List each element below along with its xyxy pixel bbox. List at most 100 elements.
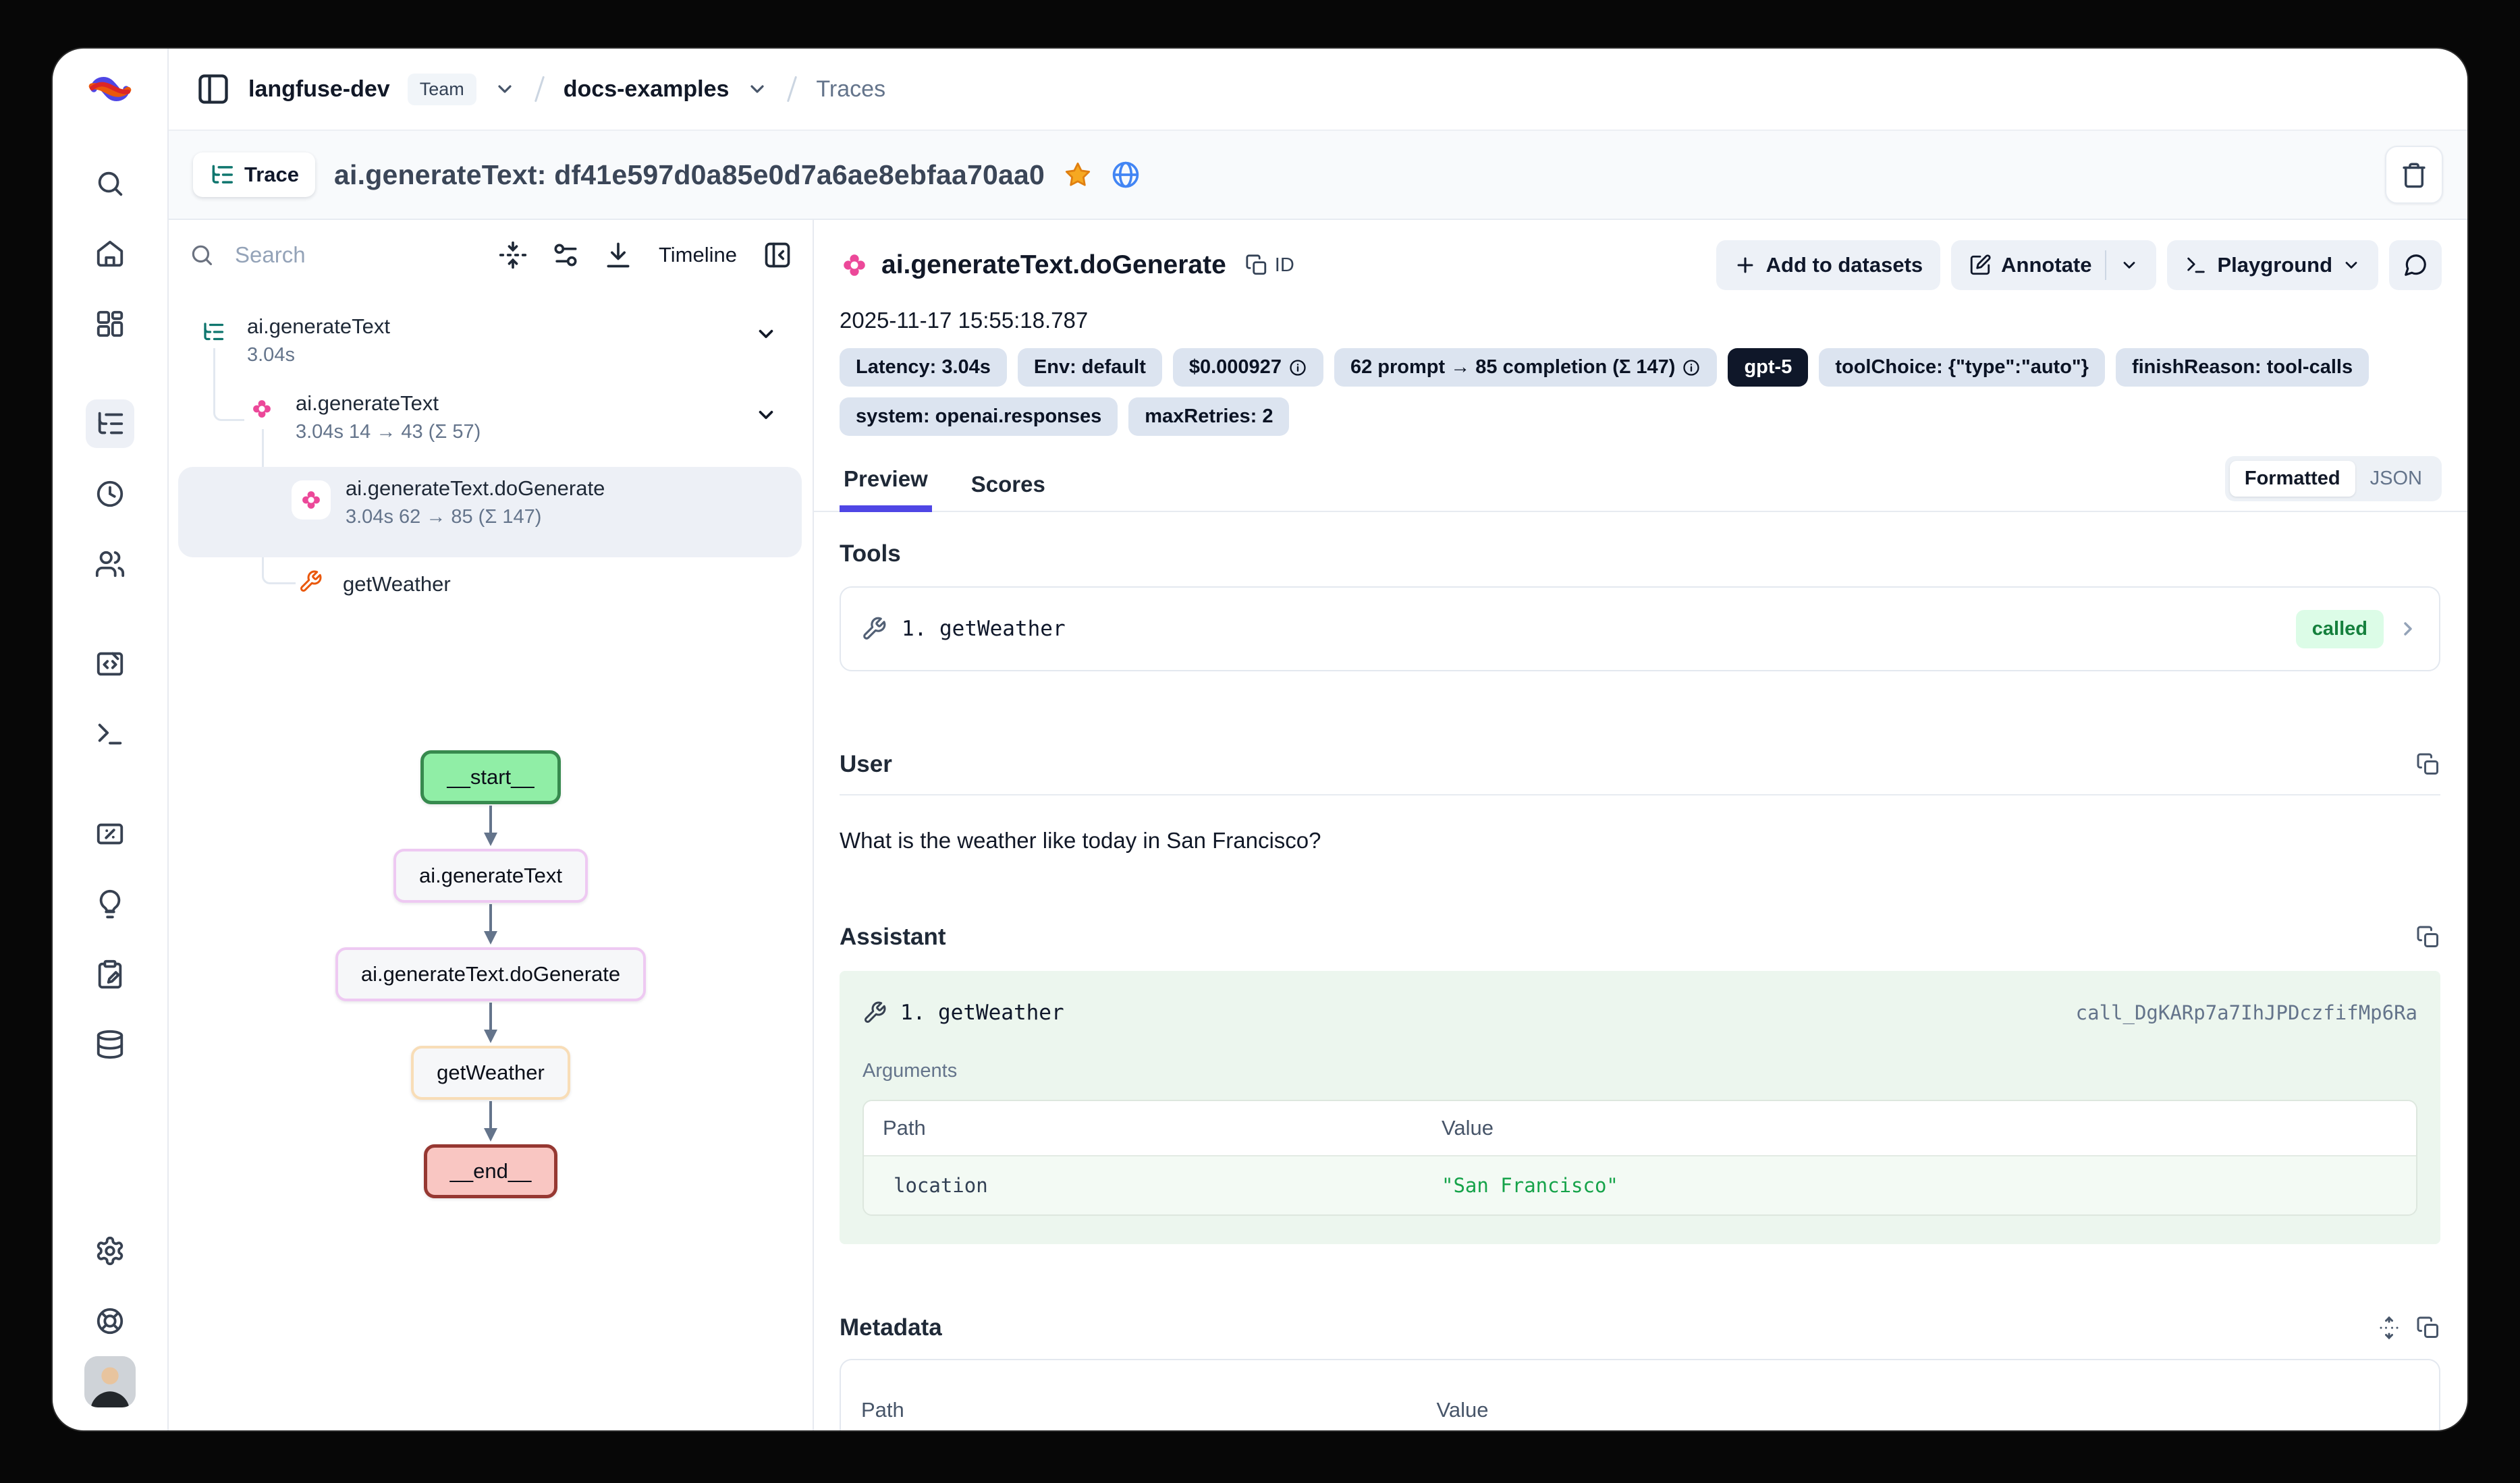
user-section-header: User xyxy=(840,751,2440,778)
add-to-datasets-label: Add to datasets xyxy=(1766,253,1923,277)
tool-call-panel: 1. getWeather call_DgKARp7a7IhJPDczfifMp… xyxy=(840,971,2440,1244)
tree-row-getweather[interactable]: getWeather xyxy=(169,557,813,618)
globe-icon[interactable] xyxy=(1111,160,1141,190)
project-name[interactable]: docs-examples xyxy=(564,76,730,103)
nav-datasets[interactable] xyxy=(86,1020,134,1069)
nav-prompts[interactable] xyxy=(86,640,134,688)
nav-support[interactable] xyxy=(86,1297,134,1345)
trace-tree-icon xyxy=(209,162,235,188)
org-name[interactable]: langfuse-dev xyxy=(248,76,390,103)
tokens-badge[interactable]: 62 prompt → 85 completion (Σ 147) xyxy=(1334,348,1718,387)
tree-search-input[interactable] xyxy=(235,242,404,268)
playground-button[interactable]: Playground xyxy=(2167,240,2378,290)
copy-icon[interactable] xyxy=(2416,925,2440,949)
tree-row-generation[interactable]: ai.generateText 3.04s 14 → 43 (Σ 57) xyxy=(169,386,813,467)
chevron-right-icon[interactable] xyxy=(2397,618,2419,640)
breadcrumb-page[interactable]: Traces xyxy=(816,76,885,103)
graph-node-generatetext[interactable]: ai.generateText xyxy=(393,849,588,903)
tree-toolbar: Timeline xyxy=(169,220,813,290)
org-plan-badge: Team xyxy=(408,74,476,105)
delete-trace-button[interactable] xyxy=(2385,146,2443,204)
nav-search[interactable] xyxy=(86,159,134,208)
model-badge[interactable]: gpt-5 xyxy=(1728,348,1808,387)
nav-home[interactable] xyxy=(86,229,134,278)
observation-body: Tools 1. getWeather called User xyxy=(814,512,2467,1430)
lightbulb-icon xyxy=(94,889,126,920)
expand-vertical-icon[interactable] xyxy=(2377,1316,2401,1340)
argument-path: location xyxy=(864,1156,1423,1214)
wrench-icon xyxy=(862,1001,887,1025)
graph-node-end[interactable]: __end__ xyxy=(424,1144,558,1198)
trace-type-chip: Trace xyxy=(193,152,315,197)
nav-traces[interactable] xyxy=(86,399,134,448)
annotate-button[interactable]: Annotate xyxy=(1951,240,2156,290)
metadata-section-header: Metadata xyxy=(840,1314,2440,1341)
graph-node-getweather[interactable]: getWeather xyxy=(411,1046,570,1100)
copy-icon[interactable] xyxy=(2416,752,2440,777)
cost-badge[interactable]: $0.000927 xyxy=(1173,348,1323,387)
annotate-label: Annotate xyxy=(2001,253,2091,277)
nav-sessions[interactable] xyxy=(86,470,134,518)
chevron-down-icon[interactable] xyxy=(2120,256,2139,275)
user-avatar[interactable] xyxy=(84,1356,136,1407)
nav-settings[interactable] xyxy=(86,1227,134,1275)
tree-row-meta: 3.04s xyxy=(247,344,813,366)
info-icon xyxy=(1682,358,1701,377)
copy-id-button[interactable]: ID xyxy=(1245,254,1294,277)
nav-users[interactable] xyxy=(86,540,134,588)
timeline-toggle[interactable]: Timeline xyxy=(659,243,737,267)
nav-playground[interactable] xyxy=(86,710,134,758)
user-message: What is the weather like today in San Fr… xyxy=(840,828,2440,854)
trace-tree-icon xyxy=(201,320,225,344)
nav-annotation-queues[interactable] xyxy=(86,950,134,999)
tool-definition-row[interactable]: 1. getWeather called xyxy=(840,586,2440,671)
chevron-down-icon[interactable] xyxy=(494,78,516,100)
copy-icon[interactable] xyxy=(2416,1316,2440,1340)
collapse-all-icon[interactable] xyxy=(498,240,528,270)
graph-arrow xyxy=(481,804,501,849)
graph-node-start[interactable]: __start__ xyxy=(420,750,560,804)
tool-name: 1. getWeather xyxy=(902,617,1066,641)
tree-row-label: ai.generateText.doGenerate xyxy=(346,476,813,501)
home-icon xyxy=(94,238,126,269)
tree-row-dogenerate-selected[interactable]: ai.generateText.doGenerate 3.04s 62 → 85… xyxy=(169,467,813,557)
button-divider xyxy=(2105,250,2106,280)
nav-evaluators[interactable] xyxy=(86,880,134,928)
info-icon xyxy=(1288,358,1307,377)
tool-wrench-icon xyxy=(298,569,323,594)
comments-button[interactable] xyxy=(2389,240,2442,290)
tree-row-trace[interactable]: ai.generateText 3.04s xyxy=(169,310,813,386)
trash-icon xyxy=(2400,161,2428,189)
tool-call-name: 1. getWeather xyxy=(900,1001,1064,1025)
tree-row-label: ai.generateText xyxy=(296,391,813,416)
display-settings-icon[interactable] xyxy=(551,240,580,270)
chevron-down-icon xyxy=(2342,256,2361,275)
avatar-photo xyxy=(84,1356,136,1407)
observation-tree: ai.generateText 3.04s ai.generateText 3.… xyxy=(169,310,813,618)
langfuse-logo[interactable] xyxy=(88,67,132,111)
metadata-value-header: Value xyxy=(1416,1383,1508,1430)
tab-preview[interactable]: Preview xyxy=(840,466,932,512)
nav-scores[interactable] xyxy=(86,810,134,858)
nav-dashboards[interactable] xyxy=(86,300,134,348)
toolchoice-badge: toolChoice: {"type":"auto"} xyxy=(1819,348,2105,387)
chevron-down-icon[interactable] xyxy=(755,403,777,426)
star-icon[interactable] xyxy=(1064,161,1092,189)
add-to-datasets-button[interactable]: Add to datasets xyxy=(1716,240,1941,290)
format-formatted[interactable]: Formatted xyxy=(2230,461,2355,497)
score-card-icon xyxy=(94,818,126,849)
life-buoy-icon xyxy=(94,1306,126,1337)
format-json[interactable]: JSON xyxy=(2355,461,2437,497)
graph-node-dogenerate[interactable]: ai.generateText.doGenerate xyxy=(335,947,646,1001)
chevron-down-icon[interactable] xyxy=(755,323,777,345)
gear-icon xyxy=(94,1235,126,1266)
download-icon[interactable] xyxy=(603,240,633,270)
sidebar-toggle-icon[interactable] xyxy=(196,72,231,107)
search-icon xyxy=(94,168,126,199)
clipboard-pen-icon xyxy=(94,959,126,990)
tab-scores[interactable]: Scores xyxy=(967,472,1049,511)
users-icon xyxy=(94,549,126,580)
chevron-down-icon[interactable] xyxy=(746,78,768,100)
assistant-heading: Assistant xyxy=(840,924,946,951)
collapse-panel-icon[interactable] xyxy=(763,240,792,270)
